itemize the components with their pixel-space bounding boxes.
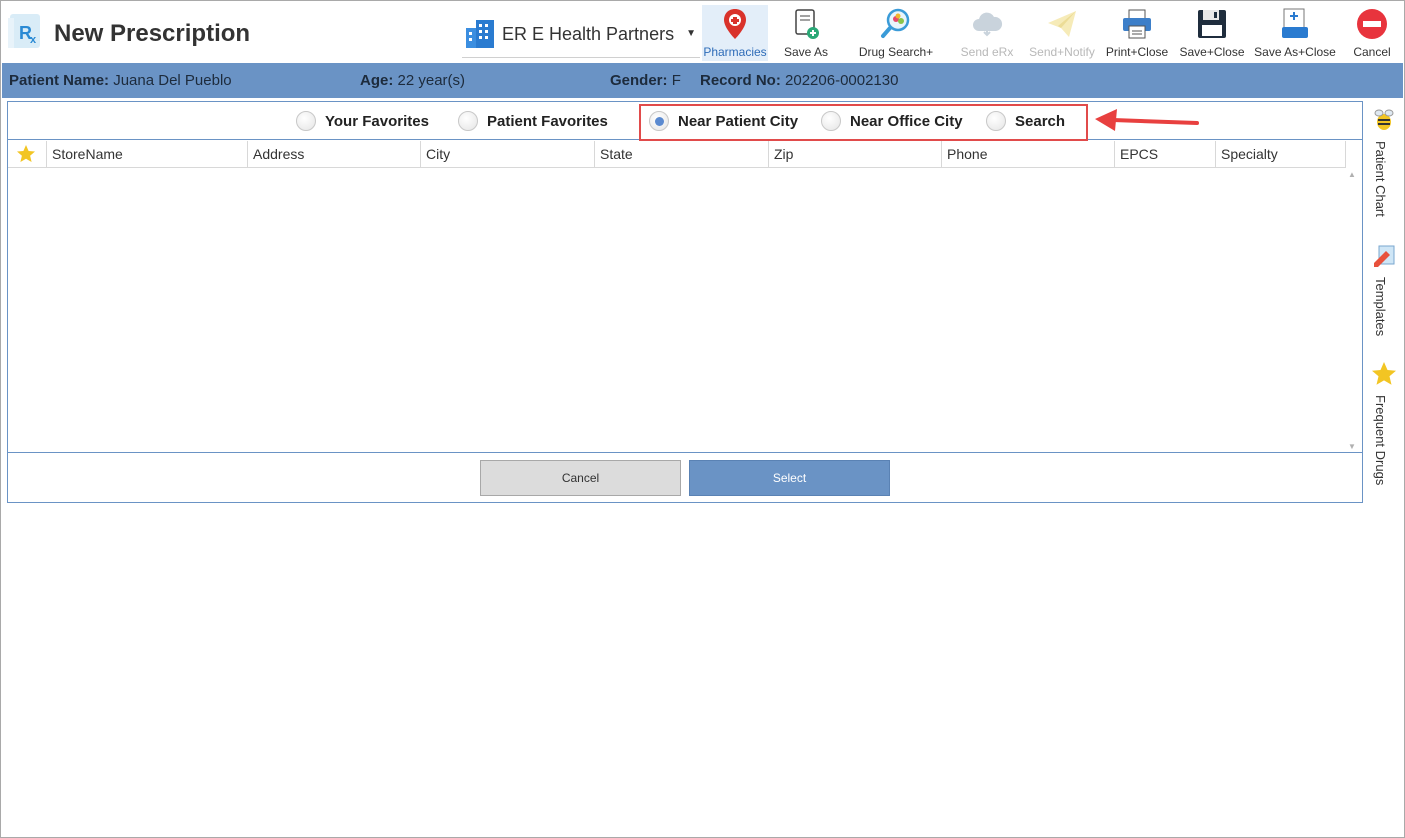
print-close-button[interactable]: Print+Close xyxy=(1104,5,1170,61)
page-title: New Prescription xyxy=(54,20,251,47)
panel-cancel-button[interactable]: Cancel xyxy=(480,460,681,496)
practice-selector[interactable]: ER E Health Partners ▼ xyxy=(462,16,700,58)
column-header-storename[interactable]: StoreName xyxy=(47,141,248,167)
chevron-down-icon[interactable]: ▼ xyxy=(686,28,696,39)
column-header-epcs[interactable]: EPCS xyxy=(1115,141,1216,167)
send-notify-button[interactable]: Send+Notify xyxy=(1026,5,1098,61)
no-entry-icon xyxy=(1355,7,1389,41)
prescription-icon: R x xyxy=(8,10,46,52)
drug-search-button[interactable]: Drug Search+ xyxy=(854,5,938,61)
column-header-state[interactable]: State xyxy=(595,141,769,167)
side-tab-frequent-drugs[interactable]: Frequent Drugs xyxy=(1365,361,1403,501)
patient-name: Patient Name: Juana Del Pueblo xyxy=(9,72,232,89)
save-as-close-button[interactable]: Save As+Close xyxy=(1254,5,1336,61)
scroll-up-arrow-icon[interactable]: ▲ xyxy=(1348,170,1356,179)
patient-info-bar: Patient Name: Juana Del Pueblo Age: 22 y… xyxy=(2,63,1403,98)
patient-gender: Gender: F xyxy=(610,72,681,89)
bee-icon xyxy=(1371,107,1397,133)
svg-text:x: x xyxy=(30,34,37,46)
radio-patient-favorites[interactable]: Patient Favorites xyxy=(458,110,608,132)
radio-circle[interactable] xyxy=(458,111,478,131)
document-save-icon xyxy=(1278,7,1312,41)
title-bar: R x New Prescription ER E Health Partner… xyxy=(2,2,1403,62)
favorite-column-star-icon[interactable] xyxy=(8,141,47,167)
patient-record: Record No: 202206-0002130 xyxy=(700,72,899,89)
map-pin-icon xyxy=(718,7,752,41)
vertical-scrollbar[interactable]: ▲ ▼ xyxy=(1346,168,1360,453)
floppy-disk-icon xyxy=(1195,7,1229,41)
printer-icon xyxy=(1120,7,1154,41)
pharmacies-button[interactable]: Pharmacies xyxy=(702,5,768,61)
side-tab-patient-chart[interactable]: Patient Chart xyxy=(1365,107,1403,227)
pencil-template-icon xyxy=(1371,243,1397,269)
side-tab-templates[interactable]: Templates xyxy=(1365,243,1403,353)
column-header-zip[interactable]: Zip xyxy=(769,141,942,167)
column-header-specialty[interactable]: Specialty xyxy=(1216,141,1346,167)
cancel-button[interactable]: Cancel xyxy=(1346,5,1398,61)
scroll-down-arrow-icon[interactable]: ▼ xyxy=(1348,442,1356,451)
annotation-highlight-box xyxy=(639,104,1088,141)
side-tab-strip: Patient Chart Templates Frequent Drugs xyxy=(1365,101,1403,501)
prescription-window: R x New Prescription ER E Health Partner… xyxy=(0,0,1405,838)
star-icon xyxy=(1371,361,1397,387)
patient-age: Age: 22 year(s) xyxy=(360,72,466,89)
document-add-icon xyxy=(789,7,823,41)
building-icon xyxy=(464,18,496,50)
save-as-button[interactable]: Save As xyxy=(774,5,838,61)
save-close-button[interactable]: Save+Close xyxy=(1178,5,1246,61)
annotation-arrow-icon xyxy=(1093,107,1203,137)
send-erx-button[interactable]: Send eRx xyxy=(956,5,1018,61)
radio-your-favorites[interactable]: Your Favorites xyxy=(296,110,429,132)
column-header-city[interactable]: City xyxy=(421,141,595,167)
pharmacy-panel: Your Favorites Patient Favorites Near Pa… xyxy=(7,101,1363,503)
magnifier-pills-icon xyxy=(879,7,913,41)
panel-select-button[interactable]: Select xyxy=(689,460,890,496)
pharmacy-grid-body[interactable] xyxy=(8,168,1362,453)
paper-plane-icon xyxy=(1045,7,1079,41)
radio-circle[interactable] xyxy=(296,111,316,131)
column-header-phone[interactable]: Phone xyxy=(942,141,1115,167)
panel-footer: Cancel Select xyxy=(8,452,1362,502)
cloud-icon xyxy=(970,7,1004,41)
practice-name: ER E Health Partners xyxy=(502,24,675,44)
pharmacy-grid-header: StoreName Address City State Zip Phone E… xyxy=(8,141,1346,168)
column-header-address[interactable]: Address xyxy=(248,141,421,167)
